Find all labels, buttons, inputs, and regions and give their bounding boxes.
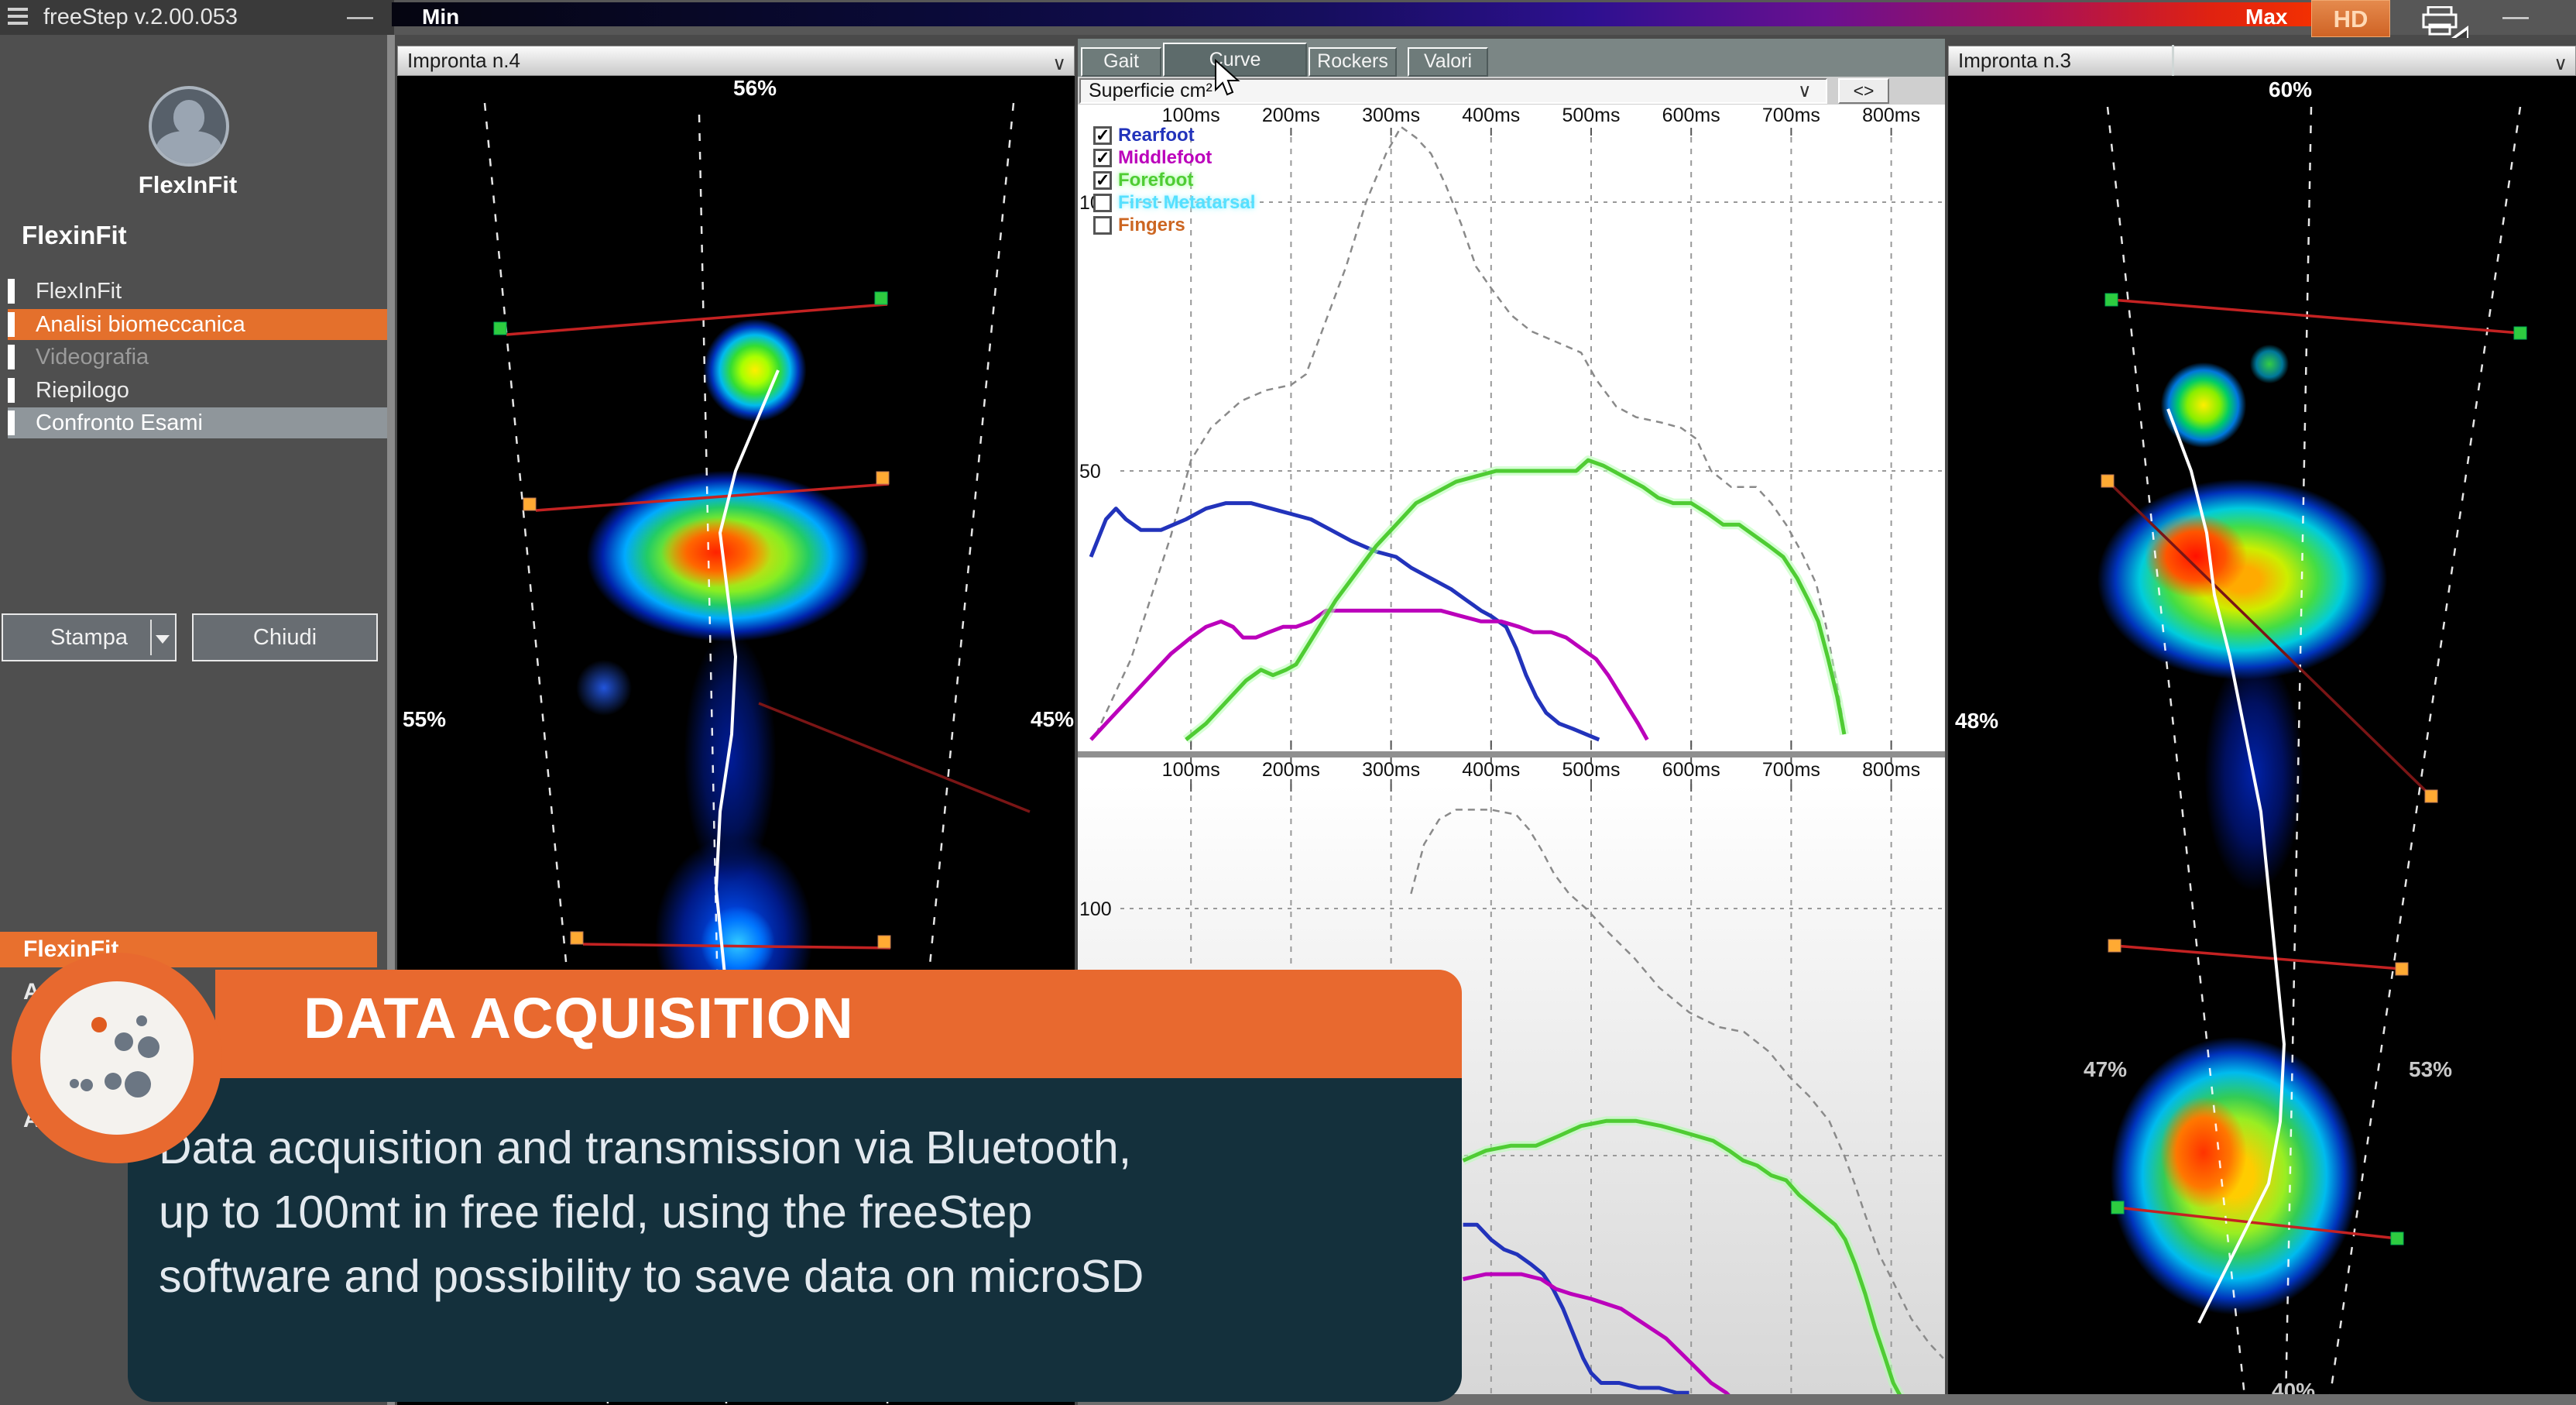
- sidebar-item-flexinfit[interactable]: FlexInFit: [8, 276, 394, 307]
- right-footprint-select[interactable]: Impronta n.3 ∨: [1948, 46, 2576, 76]
- logo-dot: [115, 1032, 133, 1051]
- right-pct-left: 48%: [1955, 709, 1998, 733]
- legend-row-middlefoot: ✓ Middlefoot: [1093, 146, 1255, 169]
- checkbox-first-metatarsal[interactable]: [1093, 194, 1112, 212]
- right-pct-heel-left: 47%: [2084, 1057, 2127, 1082]
- chevron-down-icon: ∨: [2554, 50, 2567, 78]
- avatar: [149, 86, 229, 167]
- svg-text:100ms: 100ms: [1162, 105, 1220, 126]
- surface-unit-value: Superficie cm²: [1089, 80, 1213, 101]
- expand-button[interactable]: <>: [1838, 78, 1889, 104]
- legend-label: Fingers: [1118, 215, 1185, 236]
- sidebar-item-analisi-biomeccanica[interactable]: Analisi biomeccanica: [8, 309, 394, 340]
- svg-text:200ms: 200ms: [1262, 105, 1320, 126]
- hd-button[interactable]: HD: [2311, 0, 2390, 37]
- left-footprint-select[interactable]: Impronta n.4 ∨: [397, 46, 1075, 76]
- select-chevron-icon[interactable]: ∨: [1798, 80, 1812, 102]
- svg-text:800ms: 800ms: [1862, 105, 1920, 126]
- svg-text:400ms: 400ms: [1462, 105, 1520, 126]
- time-axis-band: 100ms200ms300ms400ms500ms600ms700ms800ms: [1078, 757, 1945, 784]
- print-button[interactable]: Stampa: [2, 613, 177, 661]
- title-bar: freeStep v.2.00.053 —: [0, 0, 394, 35]
- logo-dot: [105, 1073, 122, 1090]
- logo-dot: [81, 1079, 93, 1091]
- split-divider: [150, 620, 152, 655]
- minimize-button-right[interactable]: —: [2502, 2, 2529, 32]
- left-pct-right: 45%: [1031, 707, 1074, 732]
- print-dropdown-arrow-icon[interactable]: [156, 635, 170, 644]
- checkbox-forefoot[interactable]: ✓: [1093, 171, 1112, 190]
- left-pct-left: 55%: [403, 707, 446, 732]
- right-pct-heel-right: 53%: [2409, 1057, 2452, 1082]
- checkbox-middlefoot[interactable]: ✓: [1093, 149, 1112, 167]
- logo-dot: [125, 1071, 151, 1098]
- close-button-label: Chiudi: [253, 625, 317, 650]
- legend-row-fingers: Fingers: [1093, 214, 1255, 236]
- logo-dot: [91, 1017, 107, 1032]
- legend-row-forefoot: ✓ Forefoot: [1093, 169, 1255, 191]
- right-footprint-label: Impronta n.3: [1958, 49, 2071, 72]
- tab-rockers[interactable]: Rockers: [1309, 47, 1397, 77]
- svg-text:50: 50: [1079, 461, 1101, 483]
- legend-label: First Metatarsal: [1118, 192, 1255, 214]
- window-title: freeStep v.2.00.053: [43, 5, 238, 30]
- sidebar-item-confronto-esami[interactable]: Confronto Esami: [8, 407, 394, 438]
- logo-dot: [70, 1079, 79, 1088]
- checkbox-fingers[interactable]: [1093, 216, 1112, 235]
- left-foot-markers: [494, 292, 890, 948]
- chevron-down-icon: ∨: [1052, 50, 1066, 78]
- banner-title: DATA ACQUISITION: [304, 985, 854, 1051]
- print-button-label: Stampa: [50, 625, 128, 650]
- legend-row-first-metatarsal: First Metatarsal: [1093, 191, 1255, 214]
- hamburger-menu-icon[interactable]: [8, 8, 28, 25]
- right-foot-markers: [2101, 294, 2526, 1245]
- banner-text-line: up to 100mt in free field, using the fre…: [159, 1186, 1032, 1238]
- right-pct-top: 60%: [2269, 77, 2312, 102]
- legend-row-rearfoot: ✓ Rearfoot: [1093, 124, 1255, 146]
- legend-label: Forefoot: [1118, 170, 1193, 191]
- logo-dot: [136, 1015, 147, 1026]
- minimize-button[interactable]: —: [347, 2, 373, 32]
- banner-text-line: Data acquisition and transmission via Bl…: [159, 1122, 1131, 1174]
- logo-dot: [138, 1036, 159, 1058]
- legend-label: Middlefoot: [1118, 147, 1212, 169]
- sidebar-item-riepilogo[interactable]: Riepilogo: [8, 375, 394, 406]
- right-foot-overlay: [1948, 76, 2576, 1405]
- svg-text:500ms: 500ms: [1562, 105, 1620, 126]
- tab-valori[interactable]: Valori: [1408, 47, 1488, 77]
- profile-name: FlexInFit: [0, 171, 376, 199]
- checkbox-rearfoot[interactable]: ✓: [1093, 126, 1112, 145]
- surface-unit-select[interactable]: Superficie cm²: [1079, 78, 1827, 104]
- scale-max-label: Max: [2245, 5, 2287, 29]
- tab-separator: [2172, 45, 2174, 76]
- right-footprint-panel: 60% 48% 47% 53% 40%: [1948, 76, 2576, 1405]
- svg-text:300ms: 300ms: [1362, 105, 1420, 126]
- print-dropdown-inner: [2456, 30, 2467, 38]
- left-pct-top: 56%: [733, 76, 777, 101]
- banner-text-line: software and possibility to save data on…: [159, 1250, 1144, 1303]
- flexinfit-logo-icon: [40, 981, 194, 1135]
- svg-text:100: 100: [1079, 898, 1112, 920]
- pressure-scale-bar: [392, 2, 2327, 26]
- app-window: freeStep v.2.00.053 — Min Max HD — FlexI…: [0, 0, 2576, 1405]
- scale-min-label: Min: [422, 5, 459, 29]
- chart-divider: [1078, 751, 1945, 757]
- close-button[interactable]: Chiudi: [192, 613, 378, 661]
- legend-label: Rearfoot: [1118, 125, 1195, 146]
- sidebar-item-videografia[interactable]: Videografia: [8, 342, 394, 373]
- sidebar-bottom-item-flexinfit[interactable]: FlexinFit: [0, 932, 377, 967]
- curve-legend: ✓ Rearfoot ✓ Middlefoot ✓ ForefootFirst Metat…: [1093, 124, 1255, 236]
- svg-text:700ms: 700ms: [1762, 105, 1820, 126]
- left-footprint-label: Impronta n.4: [407, 49, 520, 72]
- sidebar-section-title: FlexinFit: [22, 221, 127, 250]
- svg-text:600ms: 600ms: [1662, 105, 1720, 126]
- mouse-cursor-icon: [1214, 59, 1245, 99]
- tab-gait-line[interactable]: Gait Line: [1081, 47, 1161, 77]
